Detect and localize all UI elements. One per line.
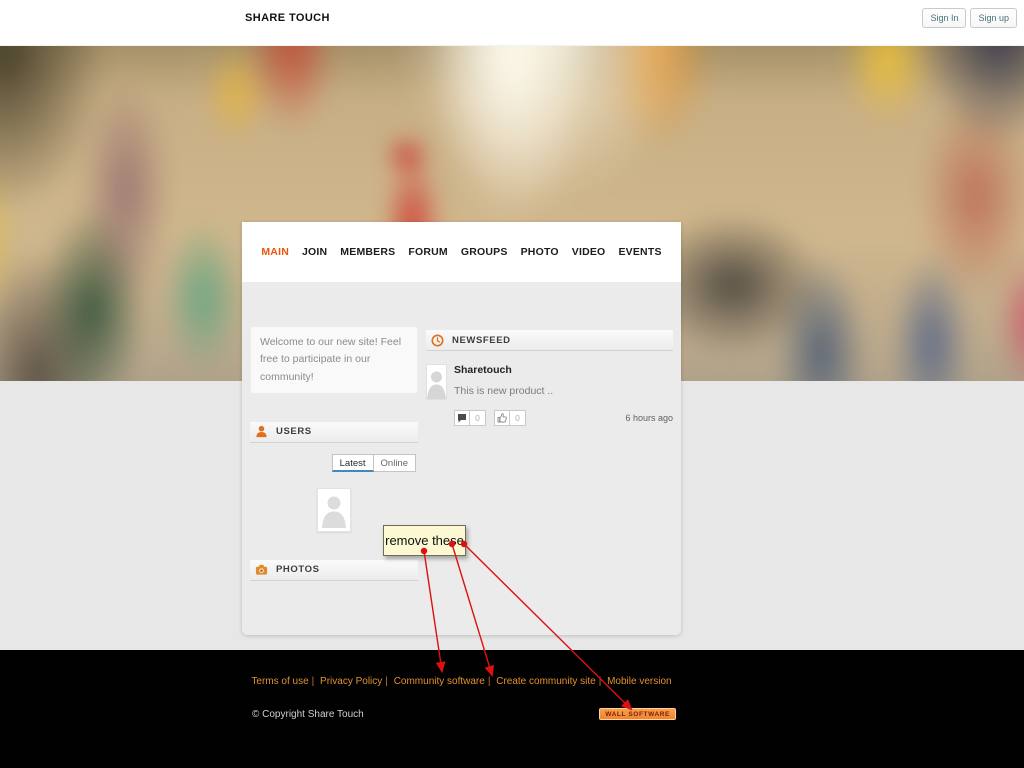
card-body: Welcome to our new site! Feel free to pa… (242, 282, 681, 635)
comment-button[interactable]: 0 (454, 410, 486, 426)
footer-separator: | (487, 676, 491, 687)
topbar: SHARE TOUCH Sign In Sign up (0, 0, 1024, 46)
footer-inner: Terms of use | Privacy Policy | Community … (242, 650, 681, 768)
users-section-header: USERS (250, 421, 418, 443)
thumbs-up-icon (494, 410, 510, 426)
footer-link-community-software[interactable]: Community software (394, 676, 485, 687)
nav-item-main[interactable]: MAIN (261, 246, 289, 258)
nav-item-photo[interactable]: PHOTO (521, 246, 559, 258)
footer-separator: | (311, 676, 315, 687)
footer-link-terms[interactable]: Terms of use (251, 676, 308, 687)
photos-section-label: PHOTOS (276, 564, 320, 576)
like-button[interactable]: 0 (494, 410, 526, 426)
footer-links: Terms of use | Privacy Policy | Community … (242, 676, 681, 687)
photos-section-header: PHOTOS (250, 559, 418, 581)
user-icon (255, 425, 268, 438)
newsfeed-section-header: NEWSFEED (426, 330, 673, 351)
nav-item-join[interactable]: JOIN (302, 246, 327, 258)
post-author-name[interactable]: Sharetouch (454, 364, 673, 376)
welcome-message: Welcome to our new site! Feel free to pa… (250, 326, 418, 394)
avatar-silhouette-icon (321, 491, 347, 528)
user-avatar[interactable] (317, 487, 351, 532)
sign-in-button[interactable]: Sign In (922, 8, 967, 28)
site-logo[interactable]: SHARE TOUCH (245, 12, 330, 24)
comment-icon (454, 410, 470, 426)
footer: Terms of use | Privacy Policy | Community … (0, 650, 1024, 768)
footer-link-privacy[interactable]: Privacy Policy (320, 676, 382, 687)
sign-up-button[interactable]: Sign up (970, 8, 1017, 28)
footer-link-create-community[interactable]: Create community site (496, 676, 595, 687)
main-nav: MAIN JOIN MEMBERS FORUM GROUPS PHOTO VID… (242, 222, 681, 282)
nav-item-events[interactable]: EVENTS (618, 246, 661, 258)
left-column: Welcome to our new site! Feel free to pa… (250, 282, 418, 635)
page: SHARE TOUCH Sign In Sign up MAIN JOIN ME… (0, 0, 1024, 768)
post-actions: 0 0 6 hours ago (454, 410, 673, 426)
newsfeed-section-label: NEWSFEED (452, 334, 511, 346)
newsfeed-column: NEWSFEED Sharetouch This is new product … (426, 282, 673, 635)
auth-buttons: Sign In Sign up (922, 8, 1017, 28)
clock-icon (431, 333, 444, 347)
users-tabs: Latest Online (250, 453, 418, 472)
post-author-avatar[interactable] (426, 364, 447, 400)
tab-latest[interactable]: Latest (331, 453, 374, 472)
footer-separator: | (385, 676, 388, 687)
newsfeed-post: Sharetouch This is new product .. 0 0 6 … (426, 364, 673, 426)
watermark-badge[interactable]: WALL SOFTWARE (599, 708, 676, 720)
footer-separator: | (598, 676, 602, 687)
nav-item-members[interactable]: MEMBERS (340, 246, 395, 258)
post-text: This is new product .. (454, 385, 554, 397)
tab-online[interactable]: Online (373, 453, 416, 472)
camera-icon (255, 563, 268, 576)
like-count: 0 (510, 410, 526, 426)
post-content: Sharetouch This is new product .. 0 0 6 … (454, 364, 673, 426)
annotation-note: remove these (383, 525, 466, 556)
content-card: MAIN JOIN MEMBERS FORUM GROUPS PHOTO VID… (242, 222, 681, 635)
footer-bottom-row: © Copyright Share Touch WALL SOFTWARE (242, 708, 681, 720)
copyright-text: © Copyright Share Touch (252, 708, 364, 720)
users-section-label: USERS (276, 426, 312, 438)
post-timestamp: 6 hours ago (625, 413, 673, 423)
nav-item-forum[interactable]: FORUM (408, 246, 448, 258)
avatar-silhouette-icon (427, 371, 446, 399)
nav-item-video[interactable]: VIDEO (572, 246, 606, 258)
comment-count: 0 (470, 410, 486, 426)
nav-item-groups[interactable]: GROUPS (461, 246, 508, 258)
footer-link-mobile[interactable]: Mobile version (607, 676, 671, 687)
